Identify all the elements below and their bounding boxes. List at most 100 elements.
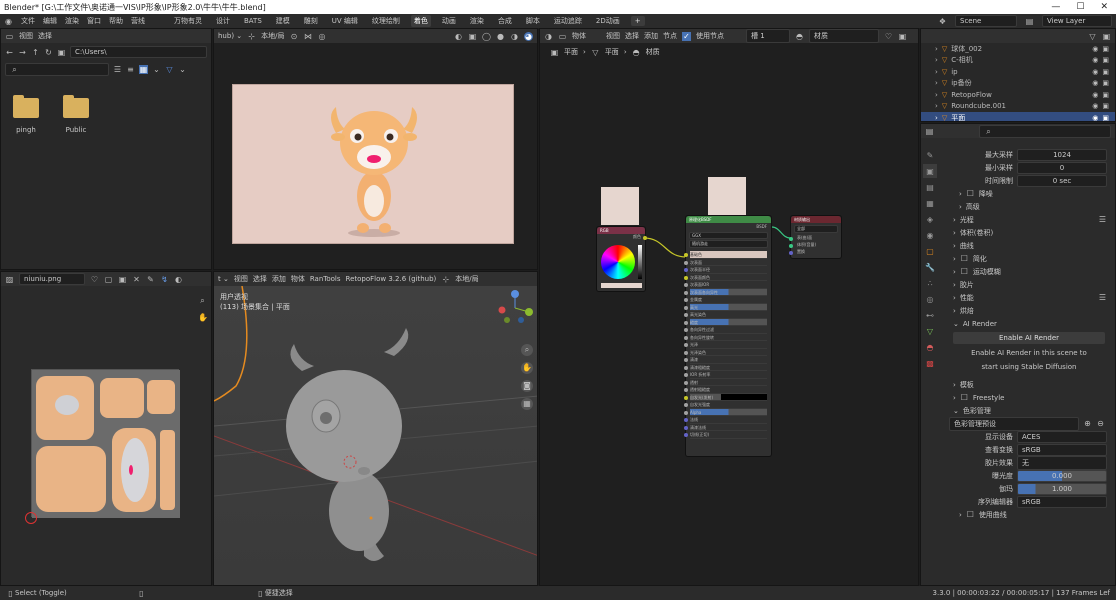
input-socket[interactable] [684,275,688,280]
workspace-tab-6[interactable]: 纹理绘制 [369,15,403,27]
output-target-dropdown[interactable]: 全部 [794,225,838,233]
bsdf-field-row[interactable]: 次表面 [684,259,767,266]
section-performance[interactable]: 性能 [960,293,974,303]
zoom-icon[interactable]: ⌕ [198,296,207,305]
bsdf-field-row[interactable]: 切线(正切) [684,431,767,439]
file-view-menu[interactable]: 视图 [19,31,33,41]
workspace-tab-12[interactable]: 运动追踪 [551,15,585,27]
outliner-item[interactable]: › ▽ 球体_002 ◉ ▣ [921,43,1115,55]
color-management-preset[interactable]: 色彩管理预设 [949,416,1079,431]
physics-tab-icon[interactable]: ◎ [923,292,937,306]
visibility-eye-icon[interactable]: ◉ [1092,102,1098,110]
menu-help[interactable]: 帮助 [109,16,123,26]
file-item-folder[interactable]: Public [63,95,89,134]
chevron-right-icon[interactable]: › [935,68,938,76]
particles-tab-icon[interactable]: ∴ [923,276,937,290]
rgb-node[interactable]: RGB 颜色 [596,226,647,292]
outliner-item[interactable]: › ▽ ip备份 ◉ ▣ [921,78,1115,90]
gizmo-icon[interactable]: ↯ [160,275,169,284]
sequencer-dropdown[interactable]: sRGB [1017,495,1107,508]
viewport-select-menu[interactable]: 选择 [253,274,267,284]
bsdf-field-row[interactable]: 次表面半径 [684,266,767,274]
constraints-tab-icon[interactable]: ⊷ [923,308,937,322]
render-camera-icon[interactable]: ▣ [1102,79,1109,87]
input-socket[interactable] [684,365,688,370]
visibility-eye-icon[interactable]: ◉ [1092,56,1098,64]
input-socket[interactable] [684,253,688,257]
material-shading-icon[interactable]: ◑ [510,32,519,41]
bsdf-field-row[interactable]: 糙度 [684,318,767,326]
workspace-tab-3[interactable]: 建模 [273,15,293,27]
modifier-tab-icon[interactable]: 🔧 [923,260,937,274]
workspace-tab-10[interactable]: 合成 [495,15,515,27]
pan-hand-icon[interactable]: ✋ [198,313,208,322]
input-socket[interactable] [684,410,688,415]
viewport-mode[interactable]: t ⌄ [218,275,229,283]
object-tab-icon[interactable]: ▢ [923,244,937,258]
display-device-dropdown[interactable]: ACES [1017,430,1107,443]
outliner-item[interactable]: › ▽ Roundcube.001 ◉ ▣ [921,101,1115,113]
bsdf-field-row[interactable]: 金属度 [684,296,767,304]
render-camera-icon[interactable]: ▣ [1102,102,1109,110]
bsdf-field-row[interactable]: 清漆 [684,356,767,364]
filter-dropdown-icon[interactable]: ⌄ [178,65,187,74]
checkbox-icon[interactable]: ☐ [966,510,975,519]
new-image-icon[interactable]: ▢ [104,275,113,284]
add-preset-icon[interactable]: ⊕ [1083,419,1092,428]
view-layer-tab-icon[interactable]: ▦ [923,196,937,210]
input-socket[interactable] [684,358,688,362]
render-camera-icon[interactable]: ▣ [1102,114,1109,121]
camera-icon[interactable]: ◙ [521,380,533,392]
input-socket[interactable] [684,380,688,385]
thumbnail-list-icon[interactable]: ≡ [126,65,135,74]
viewport-object-menu[interactable]: 物体 [291,274,305,284]
output-socket-volume[interactable]: 体积(音量) [797,242,816,247]
sort-options-icon[interactable]: ⌄ [152,65,161,74]
rantools-menu[interactable]: RanTools [310,275,341,283]
workspace-tab-8[interactable]: 动画 [439,15,459,27]
workspace-tab-shading[interactable]: 着色 [410,15,431,27]
viewport-add-menu[interactable]: 添加 [272,274,286,284]
input-socket[interactable] [684,418,688,422]
workspace-tab-4[interactable]: 雕刻 [301,15,321,27]
menu-render[interactable]: 渲染 [65,16,79,26]
remove-preset-icon[interactable]: ⊖ [1096,419,1105,428]
overlay-toggle-icon[interactable]: ◐ [174,275,183,284]
input-socket[interactable] [684,283,688,287]
bsdf-field-row[interactable]: 光泽 [684,341,767,349]
bsdf-field-row[interactable]: 自发光强度 [684,401,767,409]
distribution-dropdown[interactable]: GGX [689,232,768,239]
scene-selector[interactable]: Scene [955,15,1017,27]
input-socket[interactable] [684,433,688,437]
gamma-slider[interactable]: 1.000 [1017,482,1107,495]
chevron-right-icon[interactable]: › [935,79,938,87]
material-tab-icon[interactable]: ◓ [923,340,937,354]
ai-render-section-title[interactable]: AI Render [963,320,997,328]
chevron-right-icon[interactable]: › [935,102,938,110]
bsdf-field-row[interactable]: 光泽染色 [684,349,767,356]
menu-window[interactable]: 窗口 [87,16,101,26]
list-view-icon[interactable]: ☰ [113,65,122,74]
section-simplify[interactable]: 简化 [973,254,987,264]
section-advanced[interactable]: 高级 [966,202,980,212]
outliner-item[interactable]: › ▽ C-相机 ◉ ▣ [921,55,1115,67]
section-color-management[interactable]: 色彩管理 [963,406,991,416]
close-button[interactable]: ✕ [1100,2,1108,12]
bsdf-field-row[interactable]: 基础色 [684,251,767,259]
bsdf-field-row[interactable]: 次表面IOR [684,281,767,289]
input-socket[interactable] [684,328,688,332]
workspace-tab-2[interactable]: BATS [241,16,265,26]
input-socket[interactable] [684,395,688,400]
solid-shading-icon[interactable]: ● [496,32,505,41]
section-denoise[interactable]: 降噪 [979,189,993,199]
bsdf-field-row[interactable]: 次表面各向异性 [684,288,767,296]
transform-orientation-icon[interactable]: ⊹ [247,32,256,41]
time-limit-field[interactable]: 0 sec [1017,174,1107,187]
input-socket[interactable] [684,343,688,347]
proportional-edit-icon[interactable]: ◎ [318,32,327,41]
shader-selector[interactable]: hub) ⌄ [218,32,242,40]
menu-edit[interactable]: 编辑 [43,16,57,26]
bsdf-field-row[interactable]: 清漆粗糙度 [684,364,767,371]
section-light-paths[interactable]: 光程 [960,215,974,225]
chevron-right-icon[interactable]: › [935,114,938,121]
